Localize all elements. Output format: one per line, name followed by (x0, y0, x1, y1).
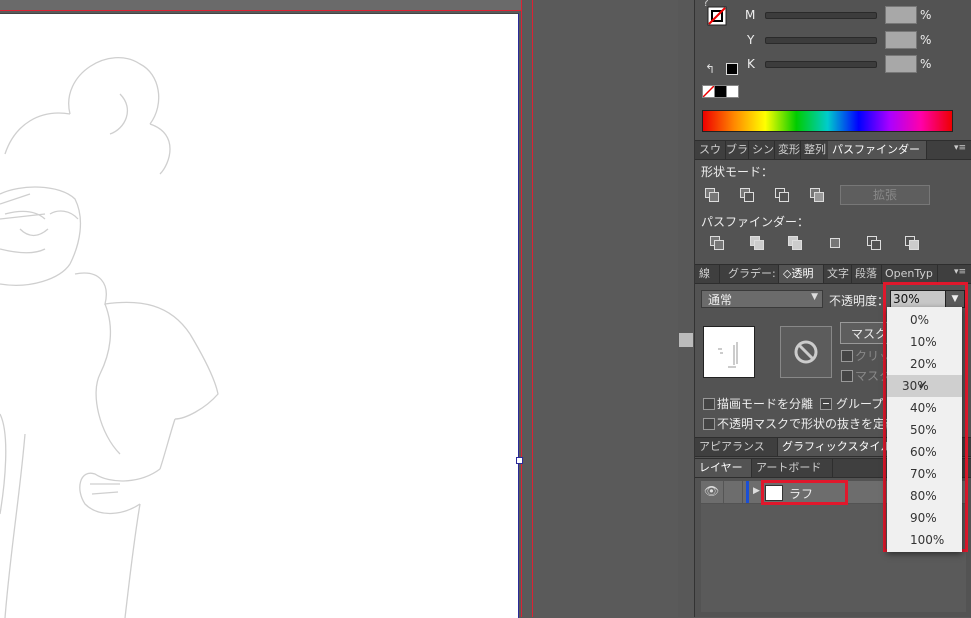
default-colors-icon[interactable] (726, 63, 738, 75)
intersect-icon[interactable] (775, 188, 791, 202)
bleed-guide-top (0, 10, 522, 11)
merge-icon[interactable] (788, 236, 804, 250)
value-y[interactable] (885, 31, 917, 49)
tab-stroke[interactable]: 線 (695, 265, 720, 283)
opacity-label: 不透明度： (829, 294, 890, 308)
crop-icon[interactable] (828, 236, 844, 250)
tab-pathfinder[interactable]: パスファインダー (828, 141, 927, 159)
value-k[interactable] (885, 55, 917, 73)
blend-mode-value: 通常 (708, 293, 733, 307)
opacity-option-30[interactable]: ✔ 30% (887, 375, 962, 397)
opacity-mask-shape-checkbox[interactable] (703, 418, 715, 430)
layer-color-bar (746, 481, 749, 503)
divide-icon[interactable] (710, 236, 726, 250)
vertical-scrollbar[interactable] (678, 0, 694, 617)
layer-highlight-box (761, 480, 848, 505)
slider-y[interactable] (765, 37, 877, 44)
canvas-edge-guide (532, 0, 533, 617)
shape-mode-label: 形状モード： (701, 165, 774, 179)
color-spectrum-bar[interactable] (702, 110, 953, 132)
opacity-option-10[interactable]: 10% (887, 331, 962, 353)
tab-paragraph[interactable]: 段落 (851, 265, 882, 283)
selection-anchor-handle[interactable] (516, 457, 523, 464)
tab-symbols[interactable]: シン (748, 141, 775, 159)
pct-k: % (920, 57, 932, 71)
tab-brushes[interactable]: ブラ (722, 141, 749, 159)
opacity-option-40[interactable]: 40% (887, 397, 962, 419)
opacity-dropdown-menu: 0% 10% 20% ✔ 30% 40% 50% 60% 70% 80% 90% … (887, 307, 962, 552)
artboard[interactable] (0, 13, 519, 618)
make-mask-label: マスク (851, 327, 888, 341)
isolate-blending-checkbox[interactable] (703, 398, 715, 410)
tab-opentype[interactable]: OpenTyp (881, 265, 938, 283)
layer-divider-2 (742, 481, 743, 503)
exclude-icon[interactable] (810, 188, 826, 202)
opacity-option-50[interactable]: 50% (887, 419, 962, 441)
no-mask-icon[interactable] (780, 326, 832, 378)
chevron-down-icon: ▼ (811, 292, 818, 302)
tab-character[interactable]: 文字 (823, 265, 852, 283)
minus-front-icon[interactable] (740, 188, 756, 202)
canvas-top-strip (0, 0, 522, 10)
knockout-group-label: グループ (836, 397, 884, 411)
tab-layers[interactable]: レイヤー (695, 459, 752, 477)
trim-icon[interactable] (750, 236, 766, 250)
tab-artboards[interactable]: アートボード (752, 459, 833, 477)
disclosure-triangle-icon[interactable]: ▶ (753, 486, 760, 496)
label-y: Y (747, 33, 755, 47)
pathfinder-label: パスファインダー： (701, 215, 810, 229)
value-m[interactable] (885, 6, 917, 24)
tab-graphic-styles[interactable]: グラフィックスタイル (778, 438, 893, 456)
tab-transparency[interactable]: ◇透明 (779, 265, 824, 283)
bleed-guide-right (521, 0, 522, 617)
checkmark-icon: ✔ (918, 379, 928, 392)
white-swatch[interactable] (726, 85, 739, 98)
label-m: M (745, 8, 756, 22)
tab-gradient[interactable]: グラデー: (724, 265, 779, 283)
opacity-option-100[interactable]: 100% (887, 529, 962, 551)
knockout-group-checkbox[interactable] (820, 398, 832, 410)
eye-icon[interactable]: 👁 (704, 484, 719, 498)
blend-mode-select[interactable]: 通常 ▼ (701, 290, 823, 308)
opacity-option-20[interactable]: 20% (887, 353, 962, 375)
opacity-option-70[interactable]: 70% (887, 463, 962, 485)
panel-menu-icon-2[interactable]: ▾≡ (954, 267, 966, 277)
pathfinder-tabbar: スウ ブラ シン 変形 整列 パスファインダー ▾≡ (695, 140, 971, 160)
opacity-option-80[interactable]: 80% (887, 485, 962, 507)
unite-icon[interactable] (705, 188, 721, 202)
opacity-option-90[interactable]: 90% (887, 507, 962, 529)
pct-m: % (920, 8, 932, 22)
pct-y: % (920, 33, 932, 47)
label-k: K (747, 57, 755, 71)
expand-button[interactable]: 拡張 (840, 185, 930, 205)
scrollbar-thumb[interactable] (679, 333, 693, 347)
opacity-option-0[interactable]: 0% (887, 309, 962, 331)
sketch-drawing (0, 57, 219, 618)
panel-menu-icon[interactable]: ▾≡ (954, 143, 966, 153)
tab-transform[interactable]: 変形 (774, 141, 801, 159)
invert-mask-checkbox[interactable] (841, 370, 853, 382)
minus-back-icon[interactable] (905, 236, 921, 250)
tab-appearance[interactable]: アピアランス (695, 438, 778, 456)
slider-k[interactable] (765, 61, 877, 68)
artwork-thumbnail[interactable] (703, 326, 755, 378)
fill-stroke-icon[interactable] (707, 6, 727, 26)
isolate-blending-label: 描画モードを分離 (717, 397, 814, 411)
swap-icon[interactable]: ↰ (705, 62, 715, 76)
transparency-tabbar: 線 グラデー: ◇透明 文字 段落 OpenTyp ▾≡ (695, 264, 971, 284)
outline-icon[interactable] (867, 236, 883, 250)
opacity-mask-shape-label: 不透明マスクで形状の抜きを定義 (717, 417, 887, 431)
layer-divider (723, 481, 724, 503)
clip-checkbox[interactable] (841, 350, 853, 362)
slider-m[interactable] (765, 12, 877, 19)
opacity-option-60[interactable]: 60% (887, 441, 962, 463)
tab-align[interactable]: 整列 (800, 141, 829, 159)
